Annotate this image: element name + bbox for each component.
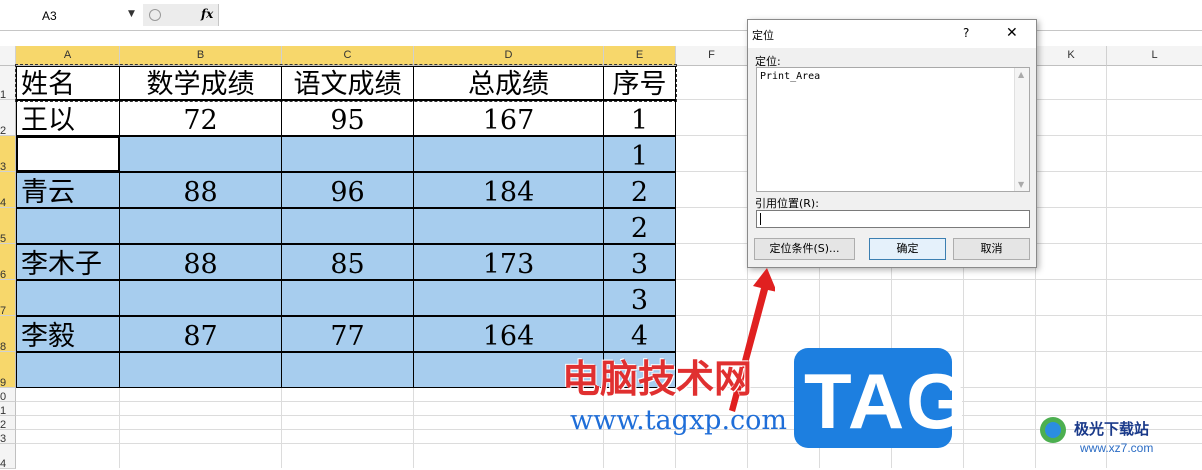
- select-all-corner[interactable]: [0, 46, 16, 66]
- data-cell[interactable]: 3: [603, 280, 676, 316]
- column-header-d[interactable]: D: [414, 46, 604, 66]
- data-cell[interactable]: 95: [281, 100, 414, 136]
- corner-watermark-cn: 极光下载站: [1074, 420, 1150, 438]
- data-cell[interactable]: 77: [281, 316, 414, 352]
- data-cell[interactable]: [413, 280, 604, 316]
- name-box-dropdown-icon[interactable]: ▼: [128, 9, 135, 19]
- data-cell[interactable]: [281, 136, 414, 172]
- scroll-down-icon[interactable]: ▼: [1018, 180, 1024, 189]
- reference-input[interactable]: [756, 210, 1030, 228]
- goto-dialog: 定位 ? ✕ 定位: Print_Area ▲ ▼ 引用位置(R): 定位条件(…: [747, 19, 1037, 268]
- data-cell[interactable]: [281, 352, 414, 388]
- formula-bar[interactable]: fx: [143, 0, 1202, 31]
- data-cell[interactable]: 1: [603, 136, 676, 172]
- data-cell[interactable]: 李木子: [16, 244, 120, 280]
- scroll-up-icon[interactable]: ▲: [1018, 70, 1024, 79]
- data-cell[interactable]: 王以: [16, 100, 120, 136]
- data-cell[interactable]: 3: [603, 244, 676, 280]
- data-cell[interactable]: 2: [603, 172, 676, 208]
- name-box[interactable]: A3 ▼: [0, 0, 144, 31]
- listbox-scrollbar[interactable]: ▲ ▼: [1014, 68, 1029, 191]
- row-header-3[interactable]: 3: [0, 136, 16, 173]
- data-cell[interactable]: [281, 280, 414, 316]
- reference-label: 引用位置(R):: [755, 197, 819, 210]
- row-header-5[interactable]: 5: [0, 208, 16, 245]
- data-cell[interactable]: 164: [413, 316, 604, 352]
- dialog-titlebar[interactable]: 定位 ? ✕: [748, 20, 1036, 48]
- column-header-b[interactable]: B: [120, 46, 282, 66]
- data-cell[interactable]: 85: [281, 244, 414, 280]
- data-cell[interactable]: 167: [413, 100, 604, 136]
- expand-handle-icon[interactable]: [149, 9, 161, 21]
- data-cell[interactable]: [413, 136, 604, 172]
- watermark-title: 电脑技术网: [562, 357, 753, 401]
- data-cell[interactable]: 88: [119, 172, 282, 208]
- column-header-c[interactable]: C: [282, 46, 414, 66]
- data-cell[interactable]: [16, 208, 120, 244]
- data-cell[interactable]: 96: [281, 172, 414, 208]
- row-header-4[interactable]: 4: [0, 172, 16, 209]
- name-box-value: A3: [42, 9, 57, 23]
- data-cell[interactable]: 2: [603, 208, 676, 244]
- row-header-2[interactable]: 2: [0, 100, 16, 137]
- row-header-6[interactable]: 6: [0, 244, 16, 281]
- data-cell[interactable]: 青云: [16, 172, 120, 208]
- xz7-logo-icon: [1040, 417, 1066, 443]
- row-header-1[interactable]: 1: [0, 66, 16, 101]
- data-cell[interactable]: [119, 352, 282, 388]
- data-cell[interactable]: [281, 208, 414, 244]
- data-cell[interactable]: [413, 208, 604, 244]
- row-header-13[interactable]: 3: [0, 430, 16, 445]
- watermark-url: www.tagxp.com: [570, 405, 788, 436]
- data-cell[interactable]: 184: [413, 172, 604, 208]
- data-cell[interactable]: [119, 280, 282, 316]
- data-cell[interactable]: 1: [603, 100, 676, 136]
- active-cell[interactable]: [16, 136, 120, 172]
- data-cell[interactable]: 72: [119, 100, 282, 136]
- data-cell[interactable]: [119, 208, 282, 244]
- column-header-k[interactable]: K: [1036, 46, 1107, 66]
- row-header-12[interactable]: 2: [0, 416, 16, 431]
- row-header-11[interactable]: 1: [0, 402, 16, 417]
- column-header-l[interactable]: L: [1107, 46, 1202, 66]
- close-icon[interactable]: ✕: [1006, 25, 1018, 41]
- ok-button[interactable]: 确定: [869, 238, 946, 260]
- column-header-f[interactable]: F: [676, 46, 748, 66]
- list-item[interactable]: Print_Area: [760, 71, 820, 82]
- row-header-8[interactable]: 8: [0, 316, 16, 353]
- row-header-7[interactable]: 7: [0, 280, 16, 317]
- data-cell[interactable]: 4: [603, 316, 676, 352]
- dialog-title: 定位: [752, 29, 774, 42]
- data-cell[interactable]: [16, 352, 120, 388]
- help-icon[interactable]: ?: [963, 26, 969, 40]
- row-header-10[interactable]: 0: [0, 388, 16, 403]
- corner-watermark-url: www.xz7.com: [1080, 441, 1154, 455]
- data-cell[interactable]: [16, 280, 120, 316]
- row-header-9[interactable]: 9: [0, 352, 16, 389]
- data-cell[interactable]: 88: [119, 244, 282, 280]
- column-header-a[interactable]: A: [16, 46, 120, 66]
- print-area-outline: [15, 64, 677, 102]
- data-cell[interactable]: [119, 136, 282, 172]
- cancel-button[interactable]: 取消: [953, 238, 1030, 260]
- tag-logo: TAG: [794, 348, 967, 448]
- insert-function-icon[interactable]: fx: [201, 7, 213, 21]
- row-header-14[interactable]: 4: [0, 444, 16, 470]
- column-header-e[interactable]: E: [604, 46, 676, 66]
- goto-listbox[interactable]: Print_Area ▲ ▼: [756, 67, 1030, 192]
- data-cell[interactable]: 87: [119, 316, 282, 352]
- special-button[interactable]: 定位条件(S)...: [754, 238, 855, 260]
- data-cell[interactable]: 173: [413, 244, 604, 280]
- data-cell[interactable]: 李毅: [16, 316, 120, 352]
- formula-bar-controls: fx: [143, 4, 219, 26]
- text-cursor: [760, 213, 761, 225]
